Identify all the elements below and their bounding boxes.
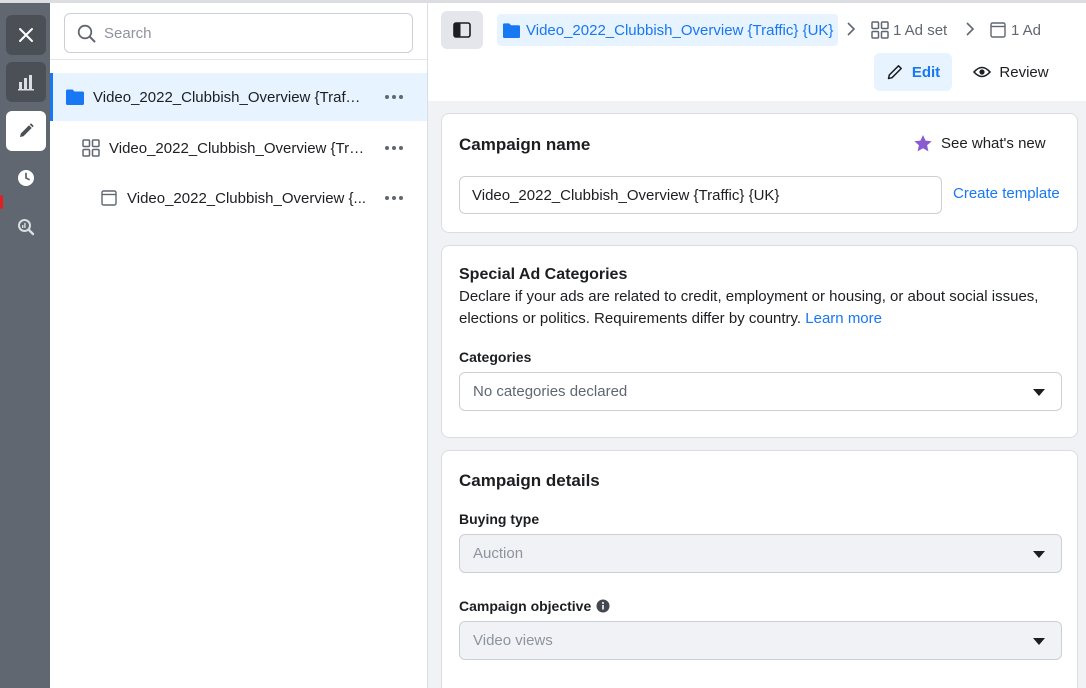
- adset-grid-icon: [82, 139, 100, 157]
- reports-button[interactable]: [6, 62, 46, 102]
- close-button[interactable]: [6, 15, 46, 55]
- folder-icon: [503, 22, 520, 38]
- special-ad-categories-card: Special Ad Categories Declare if your ad…: [441, 245, 1078, 438]
- rail-edge-marker: [0, 195, 3, 209]
- objective-value: Video views: [473, 632, 553, 649]
- search-input[interactable]: [104, 24, 404, 42]
- sidebar-toggle-icon: [453, 22, 471, 38]
- learn-more-link[interactable]: Learn more: [805, 310, 882, 327]
- pencil-icon: [887, 65, 902, 80]
- tree-item-label: Video_2022_Clubbish_Overview {Tra...: [109, 139, 369, 157]
- search-data-button[interactable]: [6, 207, 46, 247]
- special-ad-description: Declare if your ads are related to credi…: [459, 286, 1069, 330]
- breadcrumb-adset-label: 1 Ad set: [893, 21, 948, 39]
- close-icon: [19, 28, 33, 42]
- tree-divider: [50, 59, 427, 60]
- categories-value: No categories declared: [473, 383, 628, 400]
- ad-icon: [990, 22, 1006, 38]
- breadcrumb-ad[interactable]: 1 Ad: [990, 14, 1041, 46]
- caret-down-icon: [1033, 638, 1045, 645]
- edit-nav-button[interactable]: [6, 111, 46, 151]
- objective-label: Campaign objective: [459, 598, 592, 614]
- special-ad-title: Special Ad Categories: [459, 266, 628, 283]
- edit-button[interactable]: Edit: [874, 53, 952, 91]
- campaign-name-title: Campaign name: [459, 135, 591, 154]
- edit-icon: [20, 123, 34, 137]
- reports-icon: [18, 75, 34, 91]
- breadcrumb-campaign-label: Video_2022_Clubbish_Overview {Traffic} {…: [526, 21, 834, 39]
- tree-search-box[interactable]: [64, 13, 413, 53]
- eye-icon: [973, 66, 992, 78]
- search-data-icon: [18, 219, 35, 236]
- info-icon[interactable]: [596, 599, 610, 613]
- breadcrumb-campaign[interactable]: Video_2022_Clubbish_Overview {Traffic} {…: [497, 14, 839, 46]
- toggle-panel-button[interactable]: [441, 11, 483, 49]
- tree-item-label: Video_2022_Clubbish_Overview {...: [127, 189, 367, 207]
- objective-label-row: Campaign objective: [459, 598, 610, 614]
- adset-grid-icon: [871, 21, 889, 39]
- chevron-right-icon: [966, 22, 975, 36]
- caret-down-icon: [1033, 551, 1045, 558]
- campaign-tree-panel: Video_2022_Clubbish_Overview {Traffi... …: [50, 0, 428, 688]
- more-options-button[interactable]: [383, 188, 405, 208]
- campaign-objective-select[interactable]: Video views: [459, 621, 1062, 660]
- campaign-details-title: Campaign details: [459, 471, 600, 490]
- breadcrumb-ad-label: 1 Ad: [1011, 21, 1042, 39]
- buying-type-label: Buying type: [459, 511, 540, 527]
- special-ad-description-text: Declare if your ads are related to credi…: [459, 288, 1039, 327]
- history-icon: [18, 170, 34, 186]
- caret-down-icon: [1033, 389, 1045, 396]
- left-rail: [0, 0, 50, 688]
- folder-icon: [66, 89, 84, 105]
- categories-select[interactable]: No categories declared: [459, 372, 1062, 411]
- more-options-button[interactable]: [383, 138, 405, 158]
- tree-item-campaign[interactable]: Video_2022_Clubbish_Overview {Traffi...: [50, 73, 427, 121]
- breadcrumb-adset[interactable]: 1 Ad set: [871, 14, 947, 46]
- whats-new-link[interactable]: See what's new: [913, 134, 1046, 153]
- whats-new-label: See what's new: [941, 135, 1046, 152]
- search-icon: [77, 24, 96, 42]
- star-icon: [914, 135, 932, 152]
- tree-item-ad[interactable]: Video_2022_Clubbish_Overview {...: [50, 174, 427, 222]
- main-editor: Video_2022_Clubbish_Overview {Traffic} {…: [428, 0, 1086, 688]
- create-template-link[interactable]: Create template: [953, 185, 1060, 202]
- campaign-name-input[interactable]: [459, 176, 942, 214]
- campaign-name-card: Campaign name See what's new Create temp…: [441, 113, 1078, 233]
- buying-type-value: Auction: [473, 545, 524, 562]
- review-label: Review: [999, 63, 1049, 81]
- editor-topbar: Video_2022_Clubbish_Overview {Traffic} {…: [428, 0, 1086, 101]
- tree-item-adset[interactable]: Video_2022_Clubbish_Overview {Tra...: [50, 124, 427, 172]
- campaign-details-card: Campaign details Buying type Auction Cam…: [441, 450, 1078, 688]
- history-button[interactable]: [6, 158, 46, 198]
- ad-icon: [101, 190, 117, 206]
- edit-label: Edit: [911, 63, 941, 81]
- categories-label: Categories: [459, 349, 532, 365]
- tree-item-label: Video_2022_Clubbish_Overview {Traffi...: [93, 88, 363, 106]
- more-options-button[interactable]: [383, 87, 405, 107]
- chevron-right-icon: [847, 22, 856, 36]
- review-button[interactable]: Review: [966, 53, 1056, 91]
- buying-type-select[interactable]: Auction: [459, 534, 1062, 573]
